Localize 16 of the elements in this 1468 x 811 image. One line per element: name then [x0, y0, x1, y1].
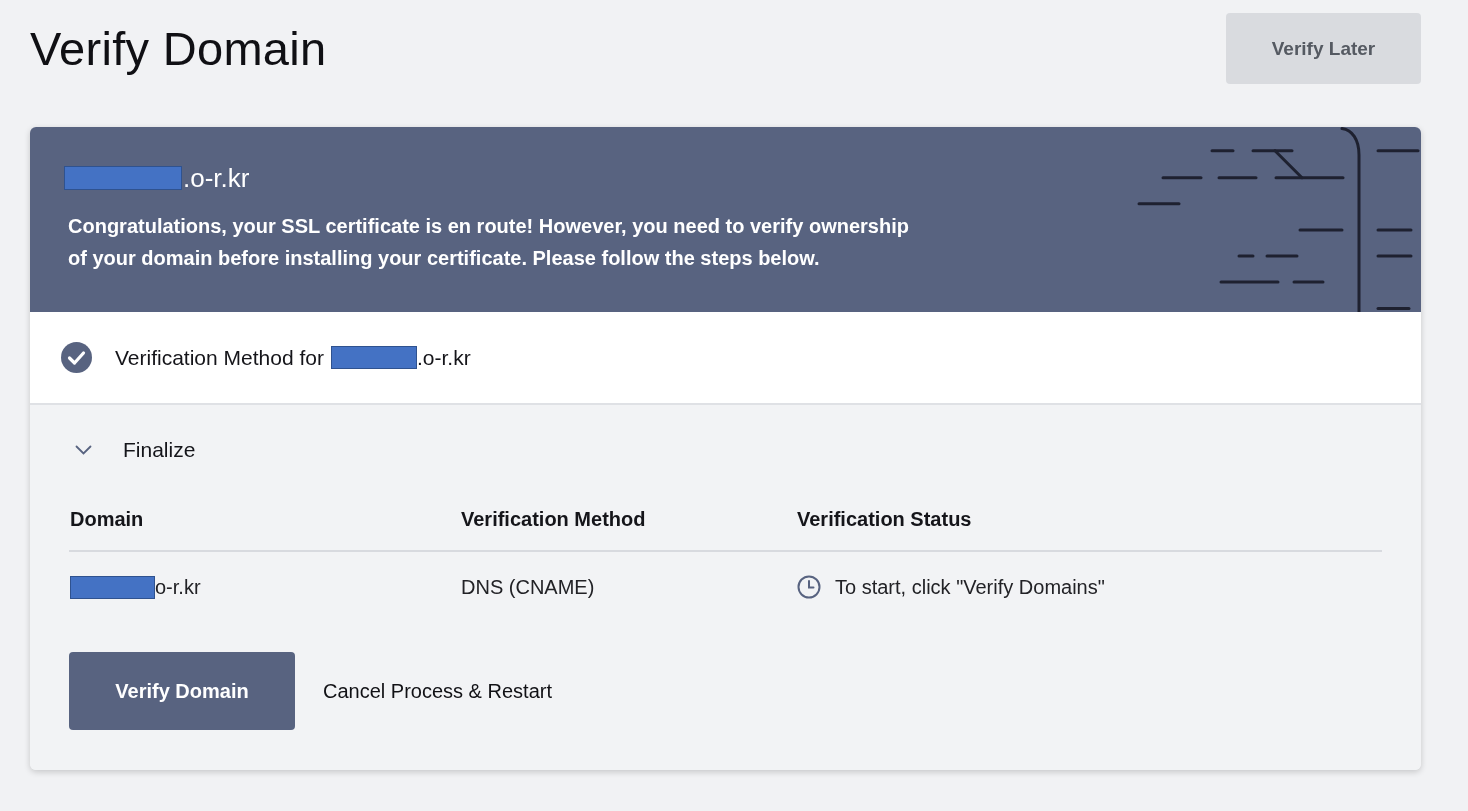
text-link[interactable]: Cancel Process & Restart: [323, 679, 552, 703]
clock-icon: [797, 575, 821, 599]
domain-text: .o-r.kr: [416, 345, 471, 370]
verify-later-button[interactable]: Verify Later: [1226, 13, 1421, 84]
column-header: Domain: [69, 507, 145, 532]
primary-button[interactable]: Verify Domain: [69, 652, 295, 730]
domain-text: .o-r.kr: [183, 162, 250, 194]
domain-text: o-r.kr: [155, 575, 201, 600]
finalize-toggle[interactable]: Finalize: [69, 430, 196, 470]
status-text: To start, click "Verify Domains": [835, 575, 1105, 600]
banner-message: Congratulations, your SSL certificate is en route! However, you need to verify ownership of your domain before installing your certificate. Please follow the steps below.: [68, 214, 910, 271]
column-header: Verification Method: [460, 507, 647, 532]
table-cell-text: DNS (CNAME): [461, 575, 595, 600]
column-header: Verification Status: [796, 507, 973, 532]
step-title: Verification Method for: [115, 345, 324, 370]
page-title: Verify Domain: [30, 21, 327, 76]
